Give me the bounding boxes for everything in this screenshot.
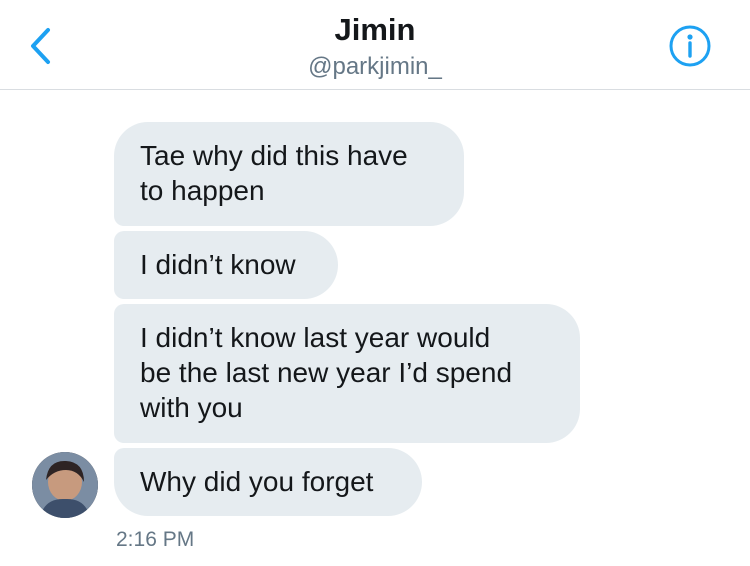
conversation-header: Jimin @parkjimin_ <box>0 0 750 90</box>
message-text-line: I didn’t know last year would <box>140 322 491 353</box>
conversation-handle: @parkjimin_ <box>308 53 442 80</box>
avatar-photo <box>32 452 98 518</box>
message-text-line: with you <box>140 392 243 423</box>
message-timestamp: 2:16 PM <box>116 528 195 551</box>
message-text-line: be the last new year I’d spend <box>140 357 513 388</box>
message-bubble[interactable]: Why did you forget <box>114 448 422 516</box>
message-text-line: to happen <box>140 175 265 206</box>
info-circle-icon <box>669 25 711 67</box>
message-bubble[interactable]: I didn’t know last year would be the las… <box>114 304 580 443</box>
info-button[interactable] <box>666 24 714 68</box>
sender-avatar[interactable] <box>32 452 98 518</box>
conversation-title-block: Jimin @parkjimin_ <box>0 12 750 82</box>
message-text-line: Tae why did this have <box>140 140 408 171</box>
message-bubble[interactable]: I didn’t know <box>114 231 338 299</box>
message-thread: Tae why did this have to happen I didn’t… <box>0 90 750 566</box>
message-text-line: Why did you forget <box>140 466 374 497</box>
message-text-line: I didn’t know <box>140 249 296 280</box>
message-bubble[interactable]: Tae why did this have to happen <box>114 122 464 226</box>
conversation-title: Jimin <box>334 12 416 47</box>
